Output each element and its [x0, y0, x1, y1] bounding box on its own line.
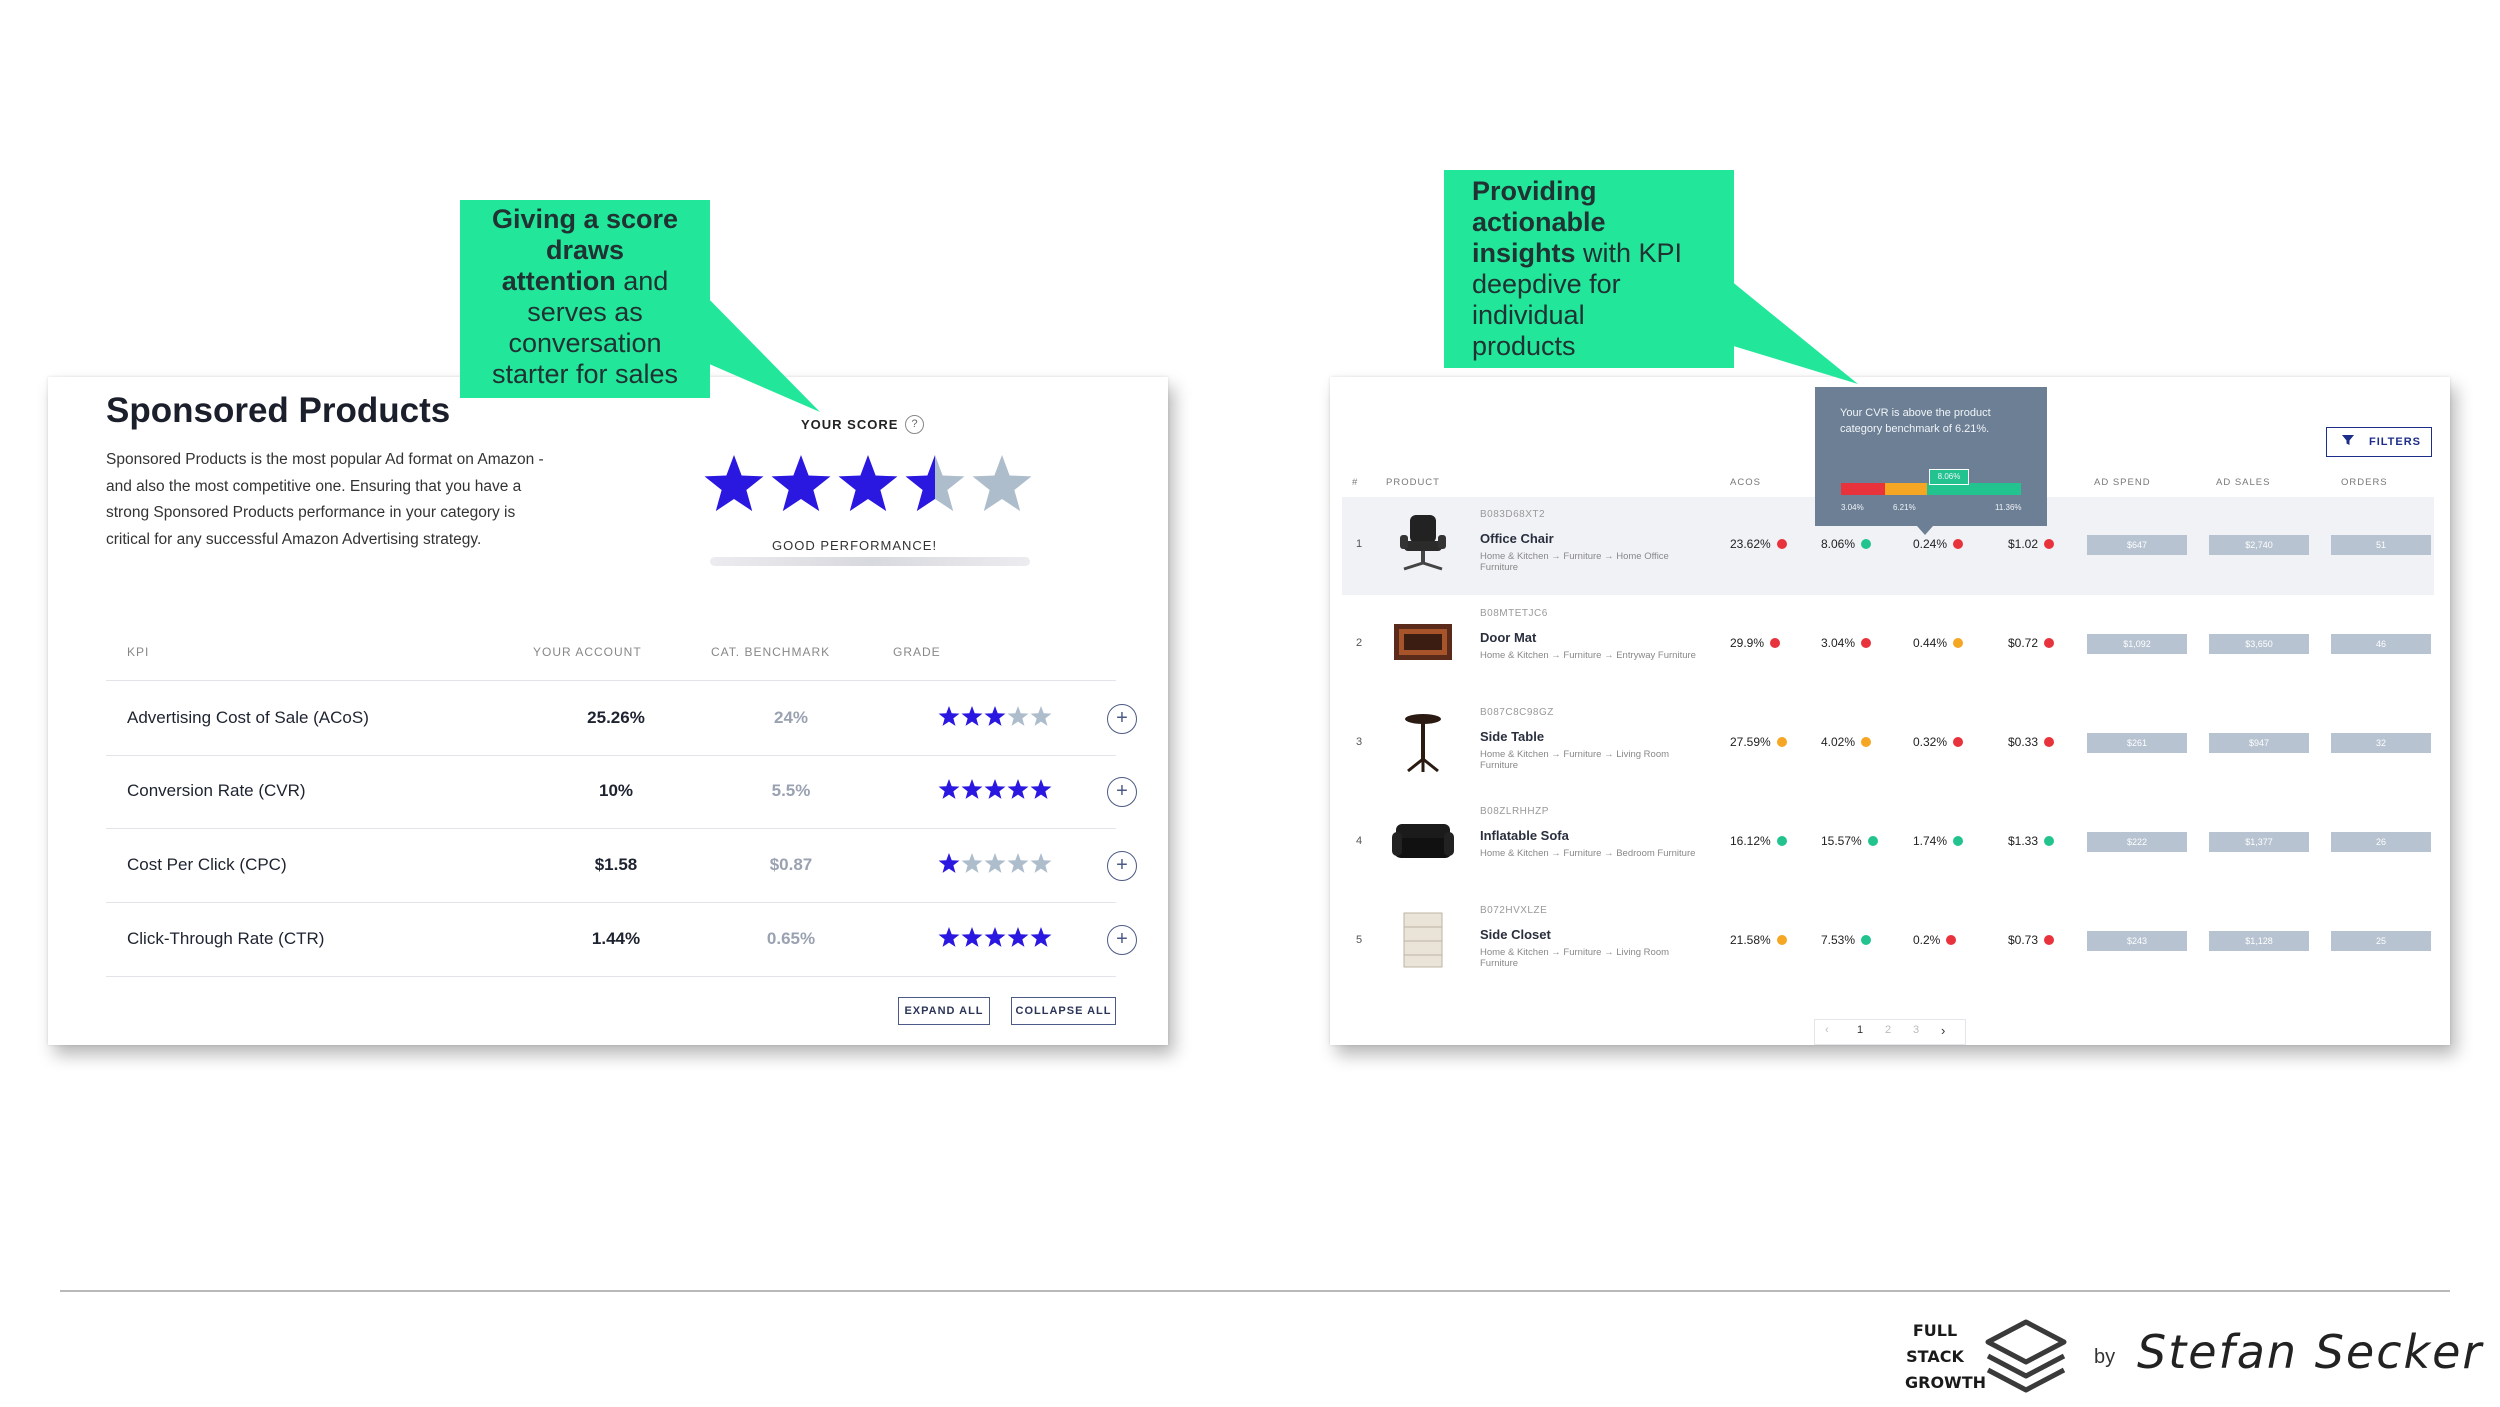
callout-line: draws: [545, 235, 625, 265]
insights-callout: Providing actionable insights with KPI d…: [1444, 170, 1734, 368]
callout-line: conversation: [508, 328, 662, 358]
callout-line: and: [615, 266, 669, 296]
callout-line: Giving a score: [491, 204, 679, 234]
callout-bold: attention: [501, 266, 616, 296]
brand-line: FULL: [1912, 1321, 1958, 1340]
footer-divider: [60, 1290, 2450, 1292]
callout-line: deepdive for: [1472, 269, 1621, 299]
author-name: Stefan Secker: [2137, 1325, 2484, 1379]
callout-bold: insights: [1472, 238, 1576, 268]
callout-line: products: [1472, 331, 1576, 361]
callout-line: serves as: [527, 297, 643, 327]
by-label: by: [2094, 1346, 2116, 1368]
brand-name: FULL STACK GROWTH: [1905, 1318, 1987, 1396]
callout-line: actionable: [1472, 207, 1606, 237]
callout-line: individual: [1472, 300, 1585, 330]
brand-line: STACK: [1906, 1347, 1964, 1366]
score-callout: Giving a score draws attention and serve…: [460, 200, 710, 398]
callout-line: with KPI: [1575, 238, 1683, 268]
brand-line: GROWTH: [1905, 1373, 1987, 1392]
callout-line: Providing: [1472, 176, 1597, 206]
stack-logo-icon: [1985, 1319, 2067, 1393]
callout-line: starter for sales: [491, 359, 679, 389]
callout-pointers: [700, 280, 1858, 412]
